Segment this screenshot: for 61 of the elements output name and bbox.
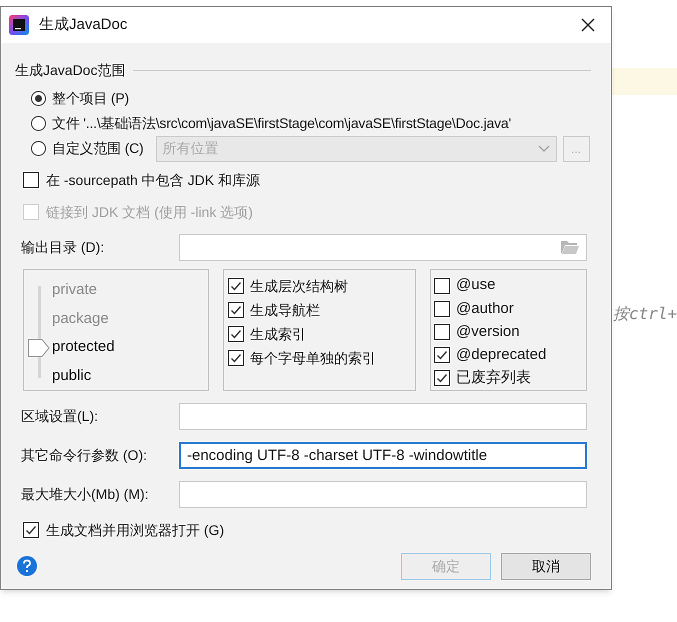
- radio-label: 自定义范围 (C): [52, 139, 144, 158]
- checkbox[interactable]: [228, 278, 244, 294]
- checkbox[interactable]: [434, 370, 450, 386]
- checkbox-label: 生成文档并用浏览器打开 (G): [46, 520, 224, 540]
- folder-icon: [560, 239, 580, 255]
- radio-button[interactable]: [31, 91, 46, 106]
- input-field[interactable]: [179, 480, 587, 508]
- checkbox-label: 生成导航栏: [250, 300, 320, 320]
- checkbox[interactable]: [228, 302, 244, 318]
- editor-hint-text: 按ctrl+: [613, 303, 677, 325]
- chevron-down-icon: [538, 144, 550, 152]
- radio-label: 整个项目 (P): [52, 89, 129, 108]
- checkbox-label: 生成索引: [250, 324, 306, 344]
- checkbox[interactable]: [434, 347, 450, 364]
- checkmark-icon: [436, 349, 448, 362]
- scope-dropdown[interactable]: 所有位置: [156, 136, 557, 162]
- checkbox-label: 在 -sourcepath 中包含 JDK 和库源: [46, 170, 260, 190]
- output-directory-field[interactable]: [179, 234, 587, 260]
- window-title: 生成JavaDoc: [39, 14, 128, 35]
- dialog-button[interactable]: 取消: [501, 552, 591, 580]
- checkbox[interactable]: [23, 172, 39, 188]
- checkbox-label: 每个字母单独的索引: [250, 348, 376, 368]
- checkbox-label: @deprecated: [456, 344, 546, 365]
- checkbox[interactable]: [228, 350, 244, 366]
- checkbox[interactable]: [434, 300, 450, 317]
- field-label: 其它命令行参数 (O):: [21, 446, 148, 465]
- checkbox[interactable]: [23, 522, 39, 538]
- editor-line-highlight: [612, 68, 677, 95]
- close-icon: [581, 18, 595, 32]
- browse-button[interactable]: ...: [562, 136, 590, 162]
- checkmark-icon: [230, 280, 242, 292]
- field-label: 区域设置(L):: [21, 406, 99, 426]
- checkmark-icon: [25, 524, 37, 536]
- field-label: 最大堆大小(Mb) (M):: [21, 484, 150, 504]
- checkbox-label: 链接到 JDK 文档 (使用 -link 选项): [46, 202, 253, 222]
- radio-label: 文件 '...\基础语法\src\com\javaSE\firstStage\com\javaSE\firstStage\Doc.java': [52, 114, 511, 133]
- section-title: 生成JavaDoc范围: [15, 60, 126, 80]
- radio-button[interactable]: [31, 141, 46, 156]
- visibility-level[interactable]: protected: [52, 336, 115, 358]
- checkbox-label: @use: [456, 275, 496, 296]
- help-icon[interactable]: [17, 556, 37, 576]
- field-label: 输出目录 (D):: [21, 238, 106, 257]
- checkbox[interactable]: [228, 326, 244, 342]
- app-icon: [9, 15, 29, 35]
- checkbox-label: @author: [456, 298, 514, 319]
- input-field[interactable]: -encoding UTF-8 -charset UTF-8 -windowtitle: [179, 442, 587, 468]
- checkbox[interactable]: [434, 278, 450, 294]
- visibility-level[interactable]: private: [52, 279, 98, 302]
- checkmark-icon: [436, 372, 448, 384]
- input-field[interactable]: [179, 402, 587, 430]
- checkbox[interactable]: [434, 324, 450, 340]
- visibility-level[interactable]: public: [52, 364, 92, 387]
- checkbox-label: 生成层次结构树: [250, 276, 348, 296]
- checkmark-icon: [230, 352, 242, 364]
- radio-button[interactable]: [31, 116, 46, 131]
- slider-thumb[interactable]: [28, 339, 50, 357]
- checkmark-icon: [230, 328, 242, 340]
- checkmark-icon: [230, 304, 242, 316]
- visibility-level[interactable]: package: [52, 308, 109, 330]
- checkbox-label: @version: [456, 322, 520, 342]
- checkbox-label: 已废弃列表: [456, 368, 531, 388]
